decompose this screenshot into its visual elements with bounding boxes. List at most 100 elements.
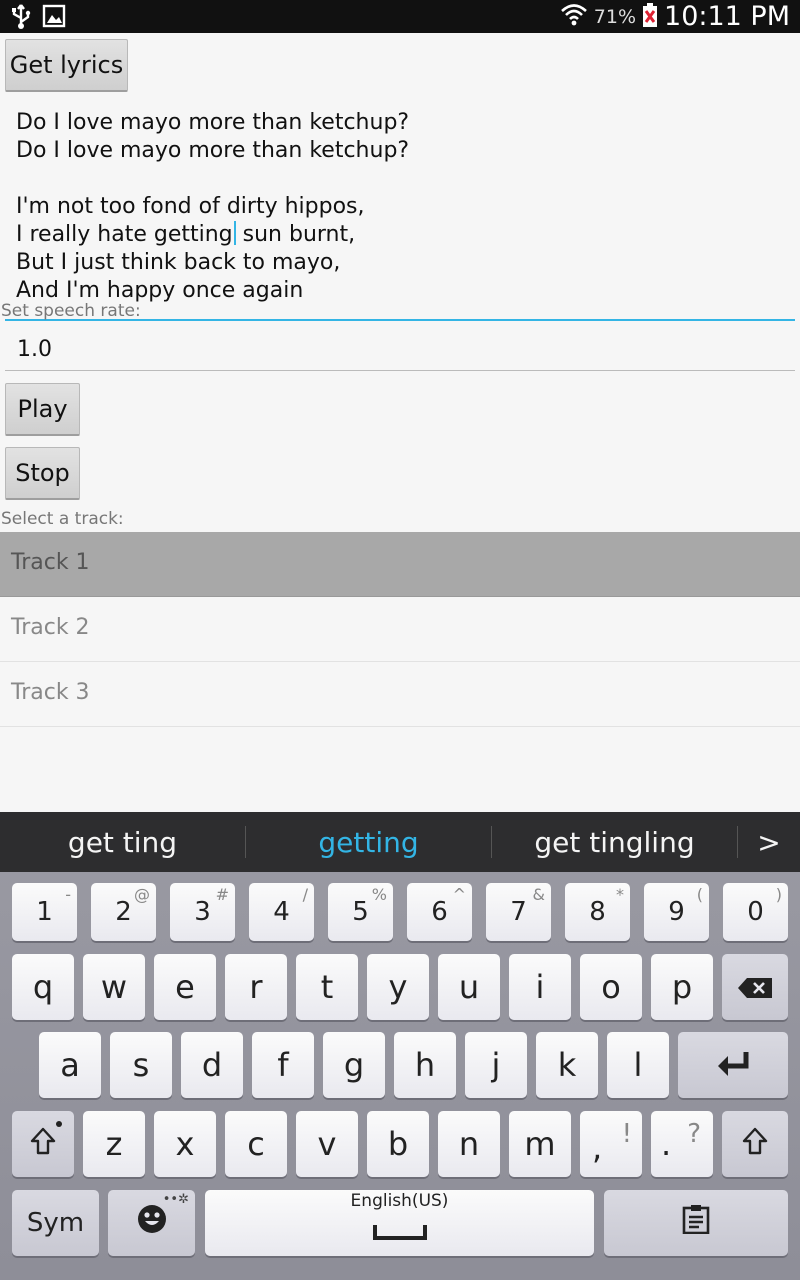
key-r[interactable]: r: [225, 954, 287, 1020]
key-x[interactable]: x: [154, 1111, 216, 1177]
sym-key[interactable]: Sym: [12, 1190, 99, 1256]
emoji-key[interactable]: ••✲: [108, 1190, 195, 1256]
key-sub: ^: [452, 885, 466, 904]
space-bar-icon: [372, 1211, 427, 1249]
key-q[interactable]: q: [12, 954, 74, 1020]
key-sub: /: [302, 885, 308, 904]
key-period[interactable]: .?: [651, 1111, 713, 1177]
suggestion-bar: get ting getting get tingling >: [0, 812, 800, 872]
backspace-icon: [738, 968, 772, 1006]
key-w[interactable]: w: [83, 954, 145, 1020]
key-e[interactable]: e: [154, 954, 216, 1020]
key-main: 5: [352, 897, 369, 927]
key-main: 1: [36, 897, 53, 927]
wifi-icon: [560, 2, 588, 32]
clipboard-icon: [682, 1204, 710, 1242]
key-j[interactable]: j: [465, 1032, 527, 1098]
app-content: Get lyrics Do I love mayo more than ketc…: [0, 33, 800, 812]
enter-icon: [716, 1046, 750, 1084]
key-sub: @: [134, 885, 150, 904]
suggestion-3[interactable]: get tingling: [492, 812, 737, 872]
key-c[interactable]: c: [225, 1111, 287, 1177]
more-suggestions-button[interactable]: >: [738, 812, 800, 872]
space-key[interactable]: English(US): [205, 1190, 594, 1256]
backspace-key[interactable]: [722, 954, 788, 1020]
status-bar: 71% 10:11 PM: [0, 0, 800, 33]
key-k[interactable]: k: [536, 1032, 598, 1098]
key-sub: !: [621, 1119, 632, 1149]
play-button[interactable]: Play: [5, 383, 80, 436]
key-m[interactable]: m: [509, 1111, 571, 1177]
suggestion-1[interactable]: get ting: [0, 812, 245, 872]
track-list: Track 1 Track 2 Track 3: [0, 532, 800, 727]
key-a[interactable]: a: [39, 1032, 101, 1098]
key-main: 7: [510, 897, 527, 927]
key-2[interactable]: 2 @: [91, 883, 156, 941]
key-8[interactable]: 8 *: [565, 883, 630, 941]
key-7[interactable]: 7 &: [486, 883, 551, 941]
shift-icon: [742, 1125, 768, 1163]
key-main: 2: [115, 897, 132, 927]
lyrics-text-field[interactable]: Do I love mayo more than ketchup? Do I l…: [5, 105, 795, 321]
key-sub: #: [215, 885, 229, 904]
enter-key[interactable]: [678, 1032, 788, 1098]
key-sub: &: [532, 885, 545, 904]
shift-key-left[interactable]: [12, 1111, 74, 1177]
key-main: 3: [194, 897, 211, 927]
key-h[interactable]: h: [394, 1032, 456, 1098]
key-l[interactable]: l: [607, 1032, 669, 1098]
key-main: .: [661, 1125, 672, 1163]
key-t[interactable]: t: [296, 954, 358, 1020]
key-u[interactable]: u: [438, 954, 500, 1020]
key-i[interactable]: i: [509, 954, 571, 1020]
key-f[interactable]: f: [252, 1032, 314, 1098]
usb-icon: [10, 4, 32, 34]
key-n[interactable]: n: [438, 1111, 500, 1177]
key-0[interactable]: 0): [723, 883, 788, 941]
track-item-3[interactable]: Track 3: [0, 662, 800, 727]
key-b[interactable]: b: [367, 1111, 429, 1177]
key-v[interactable]: v: [296, 1111, 358, 1177]
image-icon: [42, 4, 66, 34]
key-g[interactable]: g: [323, 1032, 385, 1098]
key-6[interactable]: 6 ^: [407, 883, 472, 941]
key-main: 4: [273, 897, 290, 927]
key-9[interactable]: 9(: [644, 883, 709, 941]
key-sub: -: [65, 885, 71, 904]
key-d[interactable]: d: [181, 1032, 243, 1098]
key-5[interactable]: 5%: [328, 883, 393, 941]
key-main: 8: [589, 897, 606, 927]
key-sub: ): [775, 885, 782, 904]
battery-percent: 71%: [593, 5, 637, 28]
key-1[interactable]: 1-: [12, 883, 77, 941]
key-sub: ?: [687, 1119, 701, 1149]
key-main: 9: [668, 897, 685, 927]
status-right-icons: 71% 10:11 PM: [560, 0, 790, 33]
get-lyrics-button[interactable]: Get lyrics: [5, 39, 128, 92]
track-item-1[interactable]: Track 1: [0, 532, 800, 597]
key-o[interactable]: o: [580, 954, 642, 1020]
key-z[interactable]: z: [83, 1111, 145, 1177]
key-sub: *: [616, 885, 624, 904]
key-s[interactable]: s: [110, 1032, 172, 1098]
speech-rate-input[interactable]: 1.0: [5, 331, 795, 371]
track-item-2[interactable]: Track 2: [0, 597, 800, 662]
key-p[interactable]: p: [651, 954, 713, 1020]
select-track-label: Select a track:: [1, 509, 124, 529]
key-main: ,: [592, 1129, 603, 1167]
smiley-icon: [136, 1203, 168, 1243]
stop-button[interactable]: Stop: [5, 447, 80, 500]
key-sub: %: [371, 885, 387, 904]
key-main: 6: [431, 897, 448, 927]
clock: 10:11 PM: [664, 1, 790, 32]
clipboard-key[interactable]: [604, 1190, 788, 1256]
key-3[interactable]: 3 #: [170, 883, 235, 941]
key-4[interactable]: 4/: [249, 883, 314, 941]
key-y[interactable]: y: [367, 954, 429, 1020]
settings-dots-icon: ••✲: [162, 1192, 189, 1207]
caps-indicator-dot: [56, 1121, 62, 1127]
key-comma[interactable]: ,!: [580, 1111, 642, 1177]
suggestion-2[interactable]: getting: [246, 812, 491, 872]
speech-rate-label: Set speech rate:: [1, 301, 141, 321]
shift-key-right[interactable]: [722, 1111, 788, 1177]
